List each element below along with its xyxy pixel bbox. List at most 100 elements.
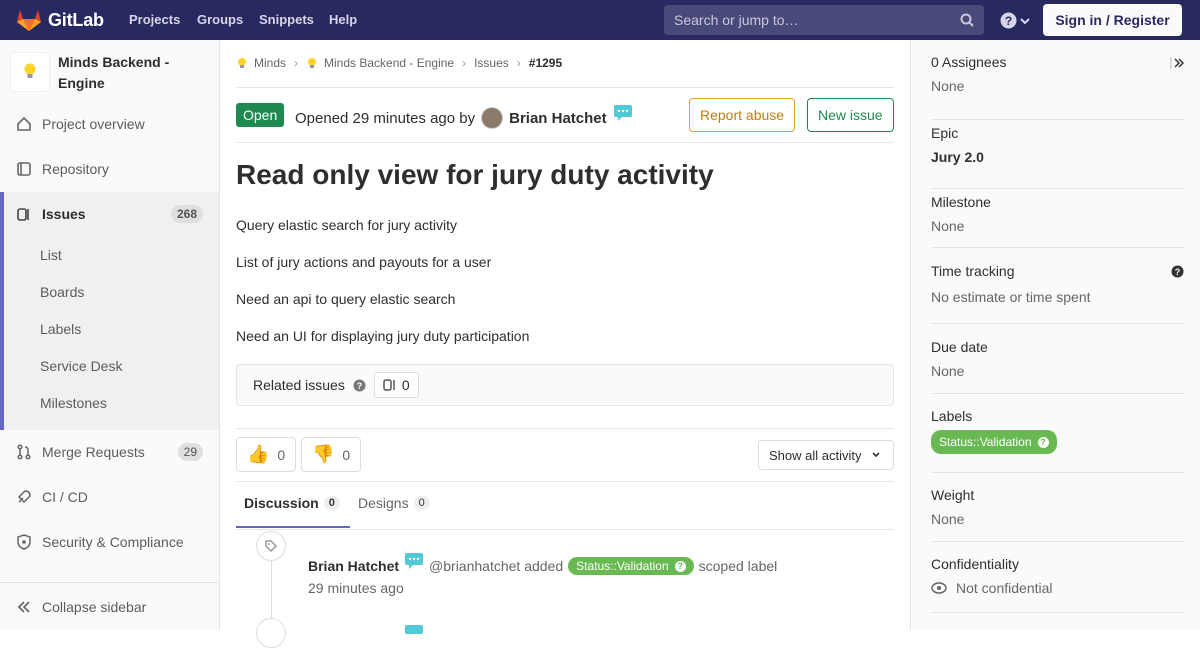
note-username: @brianhatchet added xyxy=(429,558,564,574)
epic-value[interactable]: Jury 2.0 xyxy=(931,149,1184,165)
lightbulb-icon xyxy=(238,58,246,68)
divider xyxy=(236,481,894,482)
sidebar-subitem-service-desk[interactable]: Service Desk xyxy=(40,358,122,374)
sidebar-item-label: Repository xyxy=(42,161,109,177)
note-timestamp: 29 minutes ago xyxy=(308,580,404,596)
breadcrumb-separator: › xyxy=(516,56,521,70)
tab-label: Discussion xyxy=(244,495,319,511)
author-avatar[interactable] xyxy=(481,107,504,129)
question-icon[interactable]: ? xyxy=(353,379,366,392)
divider xyxy=(236,142,894,143)
sidebar-item-issues[interactable]: Issues 268 xyxy=(0,192,219,236)
sidebar-item-merge-requests[interactable]: Merge Requests 29 xyxy=(0,430,219,474)
lightbulb-icon xyxy=(308,58,317,68)
chat-bubble-icon xyxy=(405,625,423,634)
weight-title: Weight xyxy=(931,487,975,503)
time-tracking-value: No estimate or time spent xyxy=(931,289,1091,305)
breadcrumb-issues[interactable]: Issues xyxy=(474,56,509,70)
epic-title: Epic xyxy=(931,125,959,141)
sidebar-item-label: Issues xyxy=(42,206,86,222)
sidebar-subitem-labels[interactable]: Labels xyxy=(40,321,81,337)
thumbs-down-count: 0 xyxy=(342,446,351,463)
sidebar-item-project-overview[interactable]: Project overview xyxy=(0,102,219,146)
double-chevron-left-icon xyxy=(17,600,30,613)
tab-discussion[interactable]: Discussion 0 xyxy=(244,495,340,511)
nav-projects[interactable]: Projects xyxy=(129,12,180,27)
breadcrumb-separator: › xyxy=(294,56,299,70)
next-event-icon xyxy=(256,618,286,648)
collapse-sidebar-button[interactable]: Collapse sidebar xyxy=(0,582,219,630)
project-header[interactable]: Minds Backend - Engine xyxy=(10,52,208,94)
report-abuse-button[interactable]: Report abuse xyxy=(689,98,796,132)
gitlab-logo[interactable]: GitLab xyxy=(16,8,104,32)
sidebar-item-label: Merge Requests xyxy=(42,444,145,460)
chevron-down-icon xyxy=(872,452,881,458)
breadcrumb-minds[interactable]: Minds xyxy=(254,56,286,70)
gitlab-tanuki-icon xyxy=(17,10,41,31)
collapse-right-sidebar-icon[interactable] xyxy=(1170,56,1184,70)
issues-icon xyxy=(17,208,29,221)
question-icon[interactable]: ? xyxy=(1171,265,1184,278)
activity-filter-dropdown[interactable]: Show all activity xyxy=(758,440,894,470)
new-issue-button[interactable]: New issue xyxy=(807,98,894,132)
tab-designs[interactable]: Designs 0 xyxy=(358,495,430,511)
right-sidebar: 0 Assignees None Epic Jury 2.0 Milestone… xyxy=(910,40,1200,630)
description-line: Need an api to query elastic search xyxy=(236,291,456,307)
tab-count: 0 xyxy=(413,496,430,510)
top-navbar: GitLab Projects Groups Snippets Help Sea… xyxy=(0,0,1200,40)
sidebar-subitem-list[interactable]: List xyxy=(40,247,62,263)
issues-icon xyxy=(383,379,395,391)
description-line: List of jury actions and payouts for a u… xyxy=(236,254,492,270)
related-issues-count[interactable]: 0 xyxy=(373,372,419,398)
epic-block: Epic Jury 2.0 xyxy=(931,125,1184,189)
time-tracking-title: Time tracking xyxy=(931,263,1015,279)
thumbs-up-button[interactable]: 👍 0 xyxy=(236,437,297,472)
sidebar-item-security[interactable]: Security & Compliance xyxy=(0,520,219,564)
divider xyxy=(236,428,894,429)
weight-value: None xyxy=(931,511,965,527)
thumbs-down-button[interactable]: 👎 0 xyxy=(301,437,362,472)
assignees-value: None xyxy=(931,78,965,94)
confidentiality-value: Not confidential xyxy=(956,580,1053,596)
chevron-down-icon xyxy=(1020,17,1030,24)
mr-count-badge: 29 xyxy=(177,443,203,461)
note-author[interactable]: Brian Hatchet xyxy=(308,558,399,574)
author-name[interactable]: Brian Hatchet xyxy=(509,110,607,127)
help-dropdown[interactable]: ? xyxy=(1000,12,1031,29)
description-line: Query elastic search for jury activity xyxy=(236,217,457,233)
due-date-title: Due date xyxy=(931,339,988,355)
nav-help[interactable]: Help xyxy=(329,12,357,27)
weight-block: Weight None xyxy=(931,487,1184,542)
sidebar-item-label: CI / CD xyxy=(42,489,88,505)
nav-groups[interactable]: Groups xyxy=(197,12,243,27)
rocket-icon xyxy=(17,490,31,504)
shield-icon xyxy=(17,534,31,550)
merge-request-icon xyxy=(17,444,31,460)
search-icon xyxy=(960,13,974,27)
breadcrumb-issue-id[interactable]: #1295 xyxy=(529,56,562,70)
sidebar-item-repository[interactable]: Repository xyxy=(0,147,219,191)
scoped-label-badge[interactable]: Status::Validation? xyxy=(931,430,1057,454)
sign-in-button[interactable]: Sign in / Register xyxy=(1043,4,1182,36)
home-icon xyxy=(17,116,31,131)
sidebar-subitem-boards[interactable]: Boards xyxy=(40,284,84,300)
divider xyxy=(236,529,894,530)
nav-snippets[interactable]: Snippets xyxy=(259,12,314,27)
scoped-label-badge[interactable]: Status::Validation? xyxy=(568,557,694,575)
active-tab-indicator xyxy=(236,526,350,528)
svg-text:?: ? xyxy=(1175,267,1181,277)
label-event-icon xyxy=(256,531,286,561)
breadcrumb-project[interactable]: Minds Backend - Engine xyxy=(324,56,454,70)
divider xyxy=(236,87,894,88)
search-input[interactable]: Search or jump to… xyxy=(664,5,984,35)
sidebar-issues-section: Issues 268 List Boards Labels Service De… xyxy=(0,192,219,430)
issue-title: Read only view for jury duty activity xyxy=(236,159,714,190)
sidebar-subitem-milestones[interactable]: Milestones xyxy=(40,395,107,411)
sidebar-item-cicd[interactable]: CI / CD xyxy=(0,475,219,519)
chat-bubble-icon xyxy=(613,105,632,121)
sidebar-item-label: Security & Compliance xyxy=(42,534,184,550)
tab-count: 0 xyxy=(323,496,340,510)
tag-icon xyxy=(265,540,278,553)
brand-name: GitLab xyxy=(48,9,104,30)
due-date-value: None xyxy=(931,363,965,379)
